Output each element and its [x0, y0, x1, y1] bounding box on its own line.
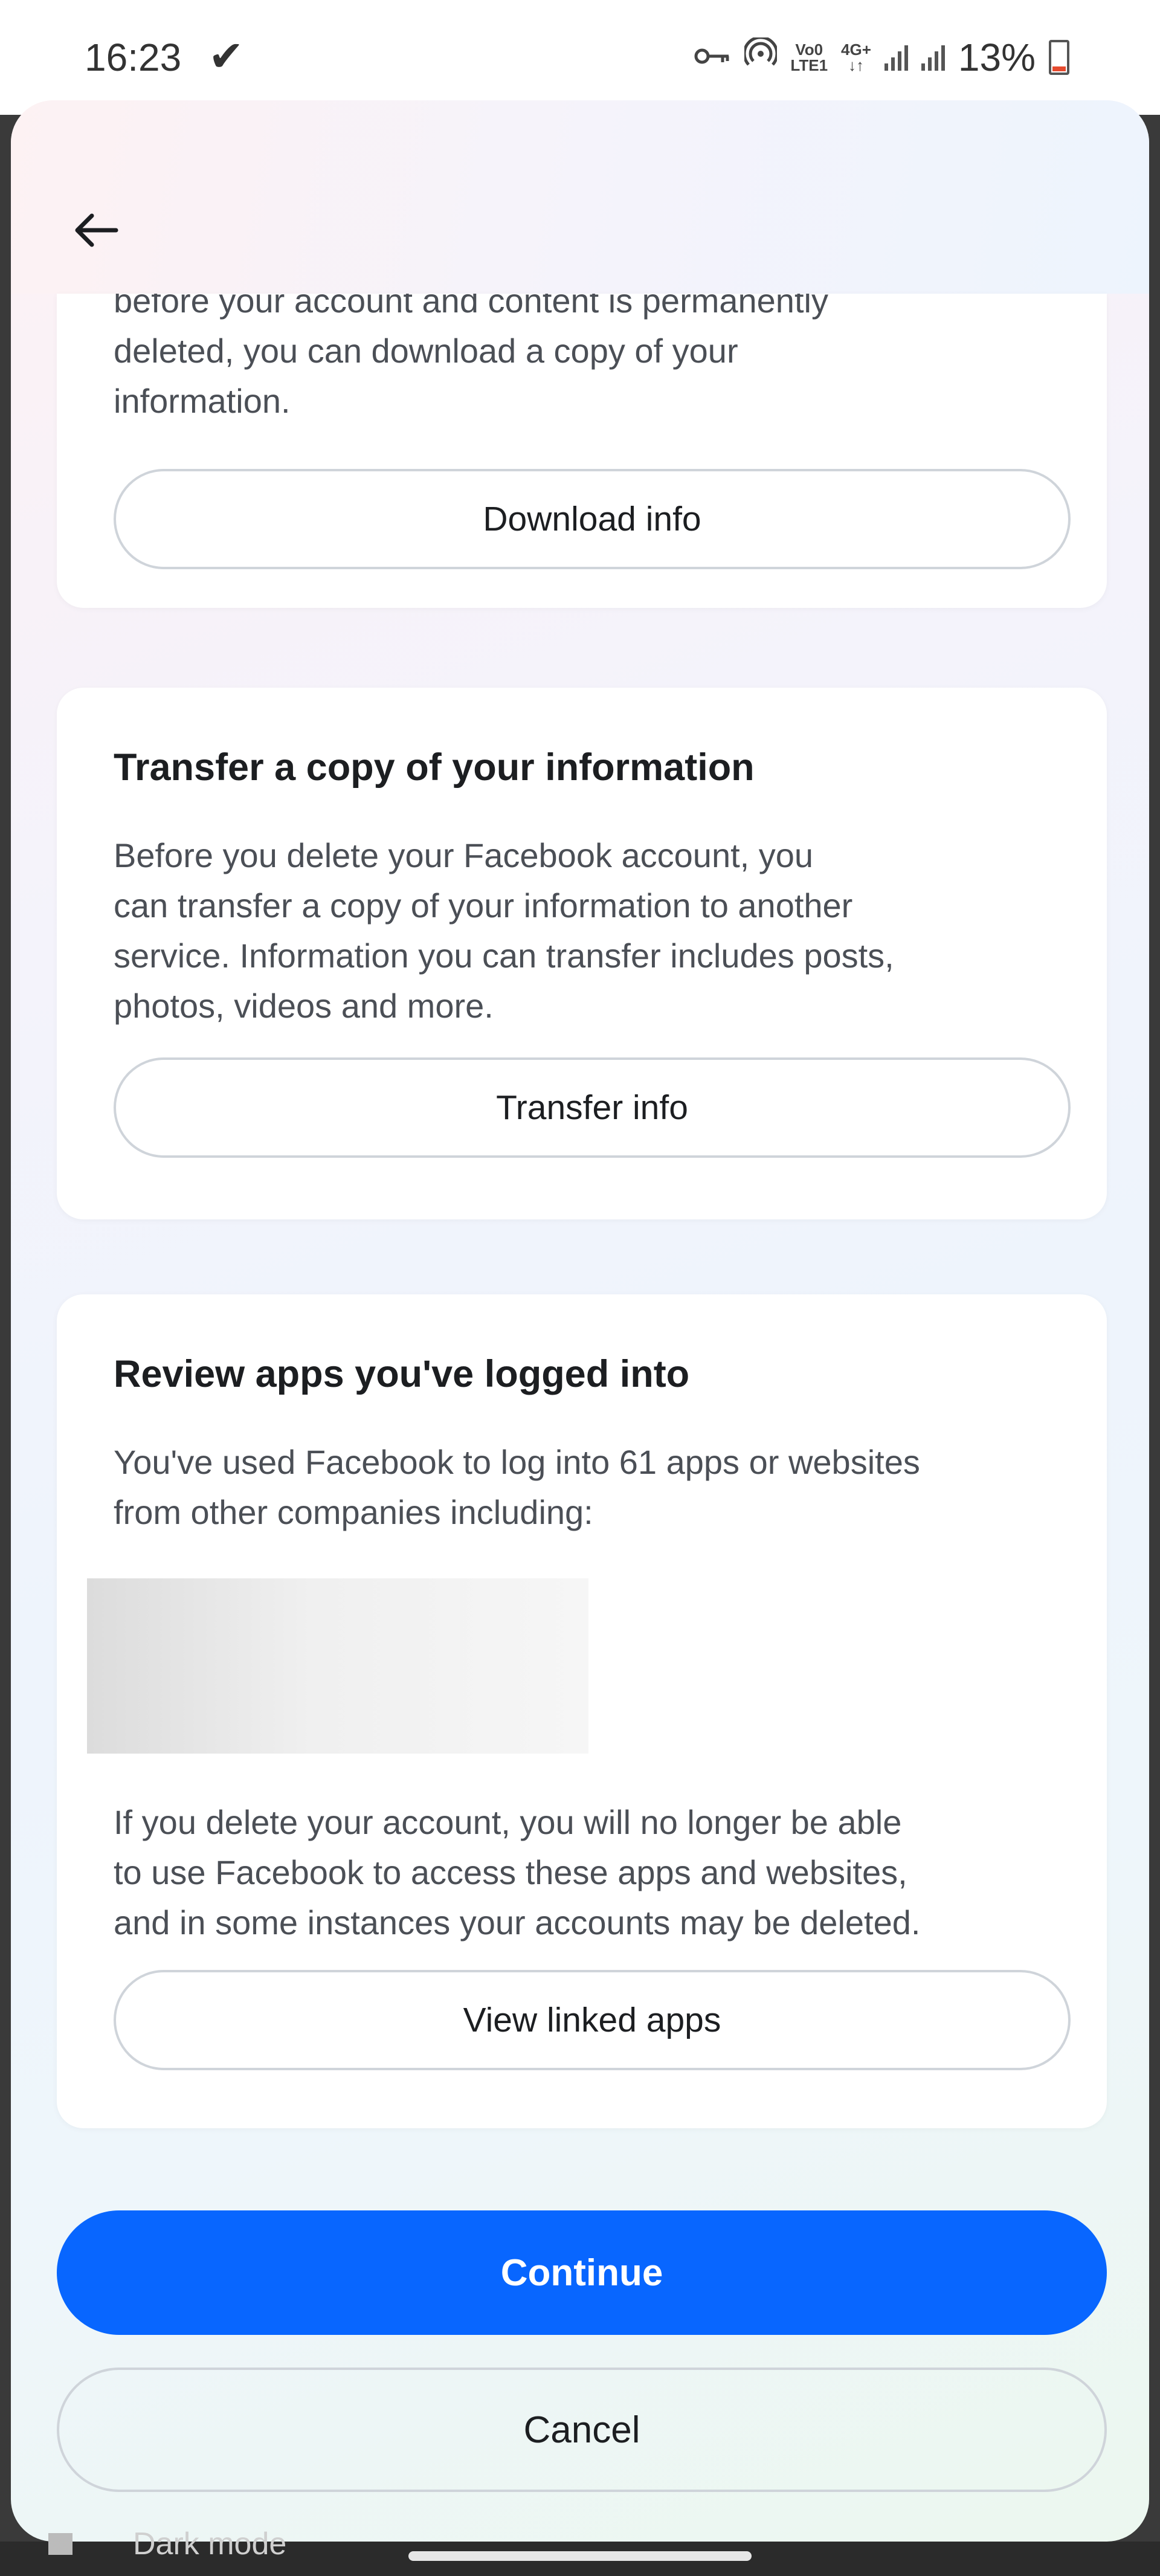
transfer-info-card: Transfer a copy of your information Befo…: [57, 688, 1107, 1219]
home-indicator[interactable]: [408, 2551, 752, 2561]
linked-apps-title: Review apps you've logged into: [114, 1353, 690, 1395]
sheet-header: [11, 100, 1149, 294]
linked-apps-warning: If you delete your account, you will no …: [114, 1803, 921, 1942]
continue-button[interactable]: Continue: [57, 2210, 1107, 2335]
check-mark-icon: ✔: [208, 33, 244, 80]
signal-icon-2: [921, 44, 945, 71]
download-info-description: before your account and content is perma…: [114, 282, 828, 420]
status-bar: 16:23 ✔ Vo0 LTE1 4G+ ↓↑ 13%: [0, 0, 1160, 115]
signal-icon: [884, 44, 908, 71]
linked-app-preview: [87, 1578, 588, 1754]
background-app-label: Dark mode: [133, 2526, 287, 2561]
linked-apps-card: Review apps you've logged into You've us…: [57, 1294, 1107, 2128]
transfer-card-title: Transfer a copy of your information: [114, 746, 755, 789]
download-info-button[interactable]: Download info: [114, 469, 1071, 569]
network-type-indicator: 4G+ ↓↑: [841, 40, 871, 74]
download-info-card: before your account and content is perma…: [57, 294, 1107, 608]
battery-percentage: 13%: [958, 36, 1036, 79]
arrow-left-icon: [75, 213, 118, 247]
volte-indicator: Vo0 LTE1: [790, 40, 828, 74]
settings-icon: [48, 2533, 72, 2555]
key-icon: [694, 39, 731, 76]
transfer-info-button[interactable]: Transfer info: [114, 1057, 1071, 1158]
status-icons: Vo0 LTE1 4G+ ↓↑ 13%: [694, 35, 1069, 80]
status-time: 16:23: [85, 36, 182, 79]
transfer-card-description: Before you delete your Facebook account,…: [114, 836, 894, 1025]
view-linked-apps-button[interactable]: View linked apps: [114, 1970, 1071, 2070]
delete-account-sheet: before your account and content is perma…: [11, 100, 1149, 2542]
battery-icon: [1049, 40, 1069, 75]
linked-apps-description: You've used Facebook to log into 61 apps…: [114, 1443, 920, 1531]
back-button[interactable]: [53, 188, 138, 273]
hotspot-icon: [743, 35, 779, 78]
cancel-button[interactable]: Cancel: [57, 2368, 1107, 2492]
